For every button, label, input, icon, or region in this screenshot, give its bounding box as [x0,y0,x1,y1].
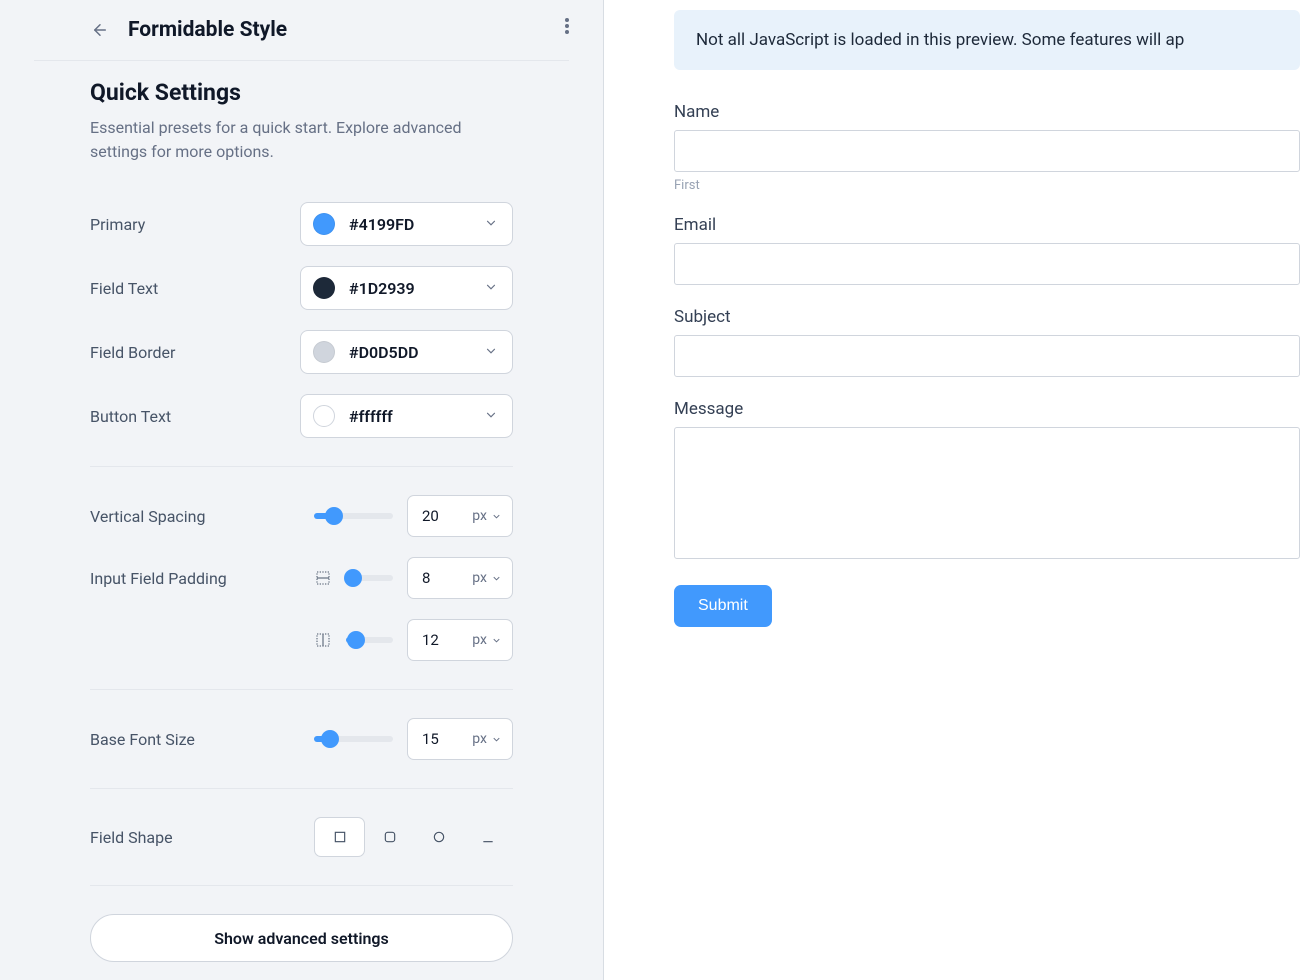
padding-x-value: 12 [422,631,439,649]
message-label: Message [674,399,1300,419]
padding-y-value: 8 [422,569,430,587]
primary-color-select[interactable]: #4199FD [300,202,513,246]
quick-settings-title: Quick Settings [90,79,513,106]
show-advanced-settings-button[interactable]: Show advanced settings [90,914,513,962]
message-textarea[interactable] [674,427,1300,559]
base-font-size-value-input[interactable]: 15 px [407,718,513,760]
name-input[interactable] [674,130,1300,172]
name-field: Name First [674,102,1300,193]
base-font-size-value: 15 [422,730,439,748]
name-label: Name [674,102,1300,122]
shape-circle-option[interactable] [415,817,464,857]
field-text-color-row: Field Text #1D2939 [0,256,603,320]
email-label: Email [674,215,1300,235]
divider [90,689,513,690]
vertical-spacing-value: 20 [422,507,439,525]
name-sublabel: First [674,178,1300,193]
submit-button[interactable]: Submit [674,585,772,627]
quick-settings-header: Quick Settings Essential presets for a q… [0,61,603,164]
message-field: Message [674,399,1300,563]
preview-notice: Not all JavaScript is loaded in this pre… [674,10,1300,70]
field-text-color-value: #1D2939 [349,279,415,298]
vertical-spacing-value-input[interactable]: 20 px [407,495,513,537]
input-padding-x-row: 12 px [0,609,603,671]
subject-label: Subject [674,307,1300,327]
padding-horizontal-icon [314,631,332,649]
vertical-spacing-slider[interactable] [314,513,393,519]
form-preview-panel: Not all JavaScript is loaded in this pre… [604,0,1300,980]
field-border-color-select[interactable]: #D0D5DD [300,330,513,374]
base-font-size-label: Base Font Size [90,730,300,749]
button-text-color-select[interactable]: #ffffff [300,394,513,438]
input-padding-y-row: Input Field Padding 8 px [0,547,603,609]
input-padding-label: Input Field Padding [90,569,300,588]
back-arrow-icon[interactable] [90,20,110,40]
button-text-swatch-icon [313,405,335,427]
padding-x-slider[interactable] [346,637,393,643]
email-input[interactable] [674,243,1300,285]
chevron-down-icon [484,279,498,298]
primary-swatch-icon [313,213,335,235]
button-text-color-value: #ffffff [349,407,393,426]
padding-y-slider[interactable] [346,575,393,581]
button-text-label: Button Text [90,407,300,426]
button-text-color-row: Button Text #ffffff [0,384,603,448]
primary-color-row: Primary #4199FD [0,192,603,256]
vertical-spacing-label: Vertical Spacing [90,507,300,526]
email-field: Email [674,215,1300,285]
shape-square-option[interactable] [314,817,365,857]
field-text-swatch-icon [313,277,335,299]
base-font-size-unit: px [472,731,502,747]
quick-settings-description: Essential presets for a quick start. Exp… [90,116,513,164]
primary-color-value: #4199FD [349,215,414,234]
padding-y-unit: px [472,570,502,586]
divider [90,466,513,467]
panel-title: Formidable Style [128,18,287,42]
padding-y-value-input[interactable]: 8 px [407,557,513,599]
style-settings-sidebar: Formidable Style Quick Settings Essentia… [0,0,604,980]
base-font-size-row: Base Font Size 15 px [0,708,603,770]
padding-x-unit: px [472,632,502,648]
field-border-label: Field Border [90,343,300,362]
field-text-label: Field Text [90,279,300,298]
subject-field: Subject [674,307,1300,377]
vertical-spacing-row: Vertical Spacing 20 px [0,485,603,547]
vertical-spacing-unit: px [472,508,502,524]
field-border-swatch-icon [313,341,335,363]
chevron-down-icon [484,343,498,362]
field-border-color-row: Field Border #D0D5DD [0,320,603,384]
base-font-size-slider[interactable] [314,736,393,742]
divider [90,885,513,886]
field-shape-row: Field Shape [0,807,603,867]
field-shape-label: Field Shape [90,828,300,847]
panel-header: Formidable Style [0,0,603,60]
field-border-color-value: #D0D5DD [349,343,419,362]
field-shape-toggle [314,817,513,857]
field-text-color-select[interactable]: #1D2939 [300,266,513,310]
primary-color-label: Primary [90,215,300,234]
more-options-icon[interactable] [565,18,569,34]
subject-input[interactable] [674,335,1300,377]
padding-x-value-input[interactable]: 12 px [407,619,513,661]
shape-rounded-option[interactable] [365,817,414,857]
chevron-down-icon [484,215,498,234]
divider [90,788,513,789]
shape-underline-option[interactable] [464,817,513,857]
padding-vertical-icon [314,569,332,587]
chevron-down-icon [484,407,498,426]
